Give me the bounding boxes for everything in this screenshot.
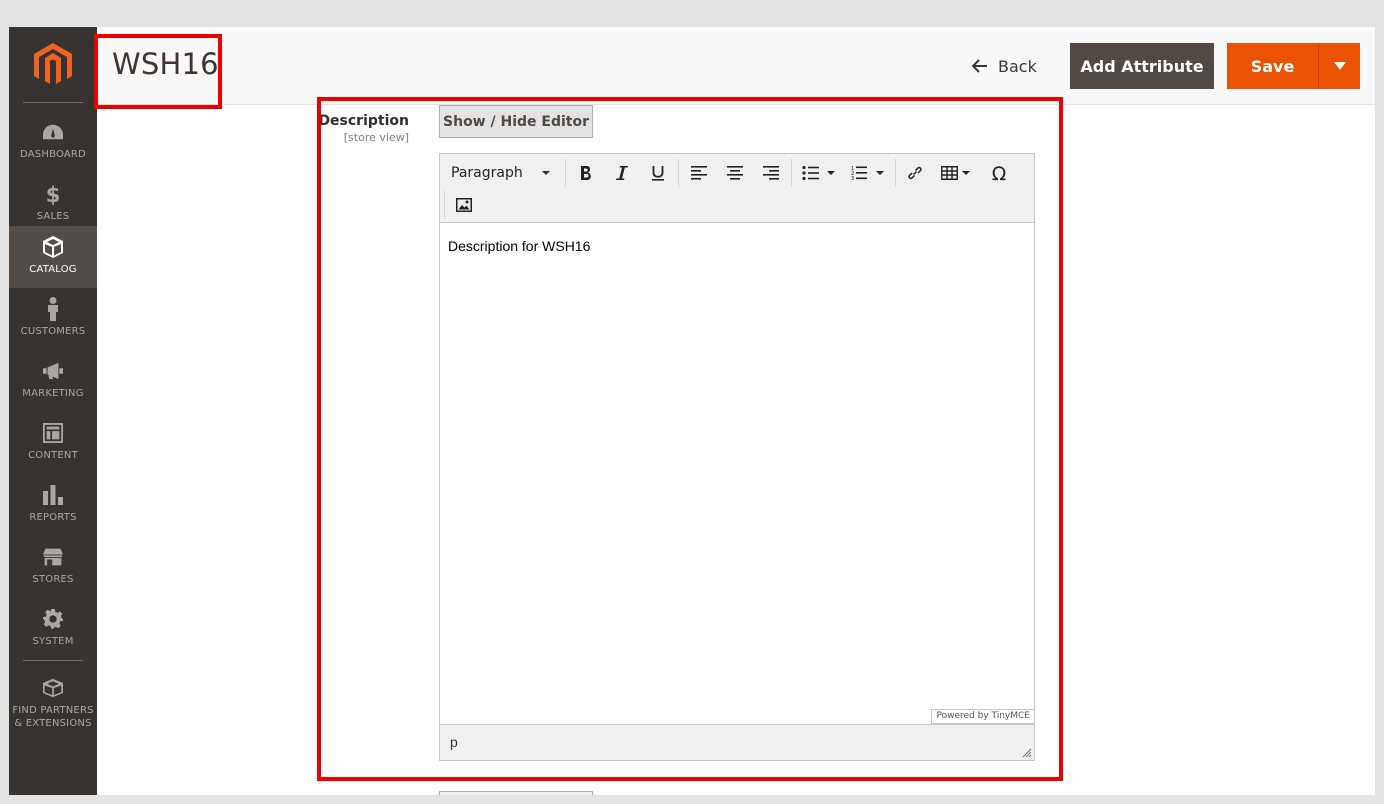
sidebar-item-label: SYSTEM — [32, 636, 74, 647]
admin-window: DASHBOARD $ SALES CATALOG CUSTOMERS MARK… — [9, 27, 1375, 795]
format-select-value: Paragraph — [451, 165, 523, 181]
sidebar-item-label: REPORTS — [29, 512, 77, 523]
omega-icon: Ω — [992, 164, 1007, 182]
next-field-button-partial[interactable] — [439, 791, 593, 795]
store-view-scope: [store view] — [343, 131, 409, 144]
align-left-button[interactable] — [685, 158, 713, 188]
numbered-list-button[interactable]: 123 — [847, 158, 889, 188]
bold-icon — [581, 166, 591, 180]
toolbar-separator — [678, 159, 679, 187]
editor-paragraph: Description for WSH16 — [448, 238, 591, 254]
sidebar-item-label: DASHBOARD — [20, 149, 86, 160]
editor-status-bar: p — [440, 724, 1034, 760]
svg-text:$: $ — [46, 183, 60, 205]
bold-button[interactable] — [572, 158, 600, 188]
sidebar-item-label-line2: & EXTENSIONS — [14, 718, 92, 729]
bar-chart-icon — [43, 484, 63, 506]
back-button-label: Back — [998, 56, 1037, 76]
toolbar-separator — [444, 191, 445, 219]
blocks-icon — [43, 677, 63, 699]
bullet-list-icon — [802, 166, 835, 180]
layout-icon — [43, 422, 63, 444]
editor-content-area[interactable]: Description for WSH16 — [440, 224, 1034, 724]
back-button[interactable]: Back — [972, 43, 1054, 89]
element-path[interactable]: p — [450, 734, 458, 750]
sidebar-item-content[interactable]: CONTENT — [9, 412, 97, 474]
sidebar-item-dashboard[interactable]: DASHBOARD — [9, 111, 97, 173]
add-attribute-button[interactable]: Add Attribute — [1070, 43, 1214, 89]
align-left-icon — [691, 166, 707, 180]
italic-button[interactable] — [608, 158, 636, 188]
resize-handle-icon[interactable] — [1022, 748, 1032, 758]
italic-icon — [616, 166, 628, 180]
sidebar-item-customers[interactable]: CUSTOMERS — [9, 288, 97, 350]
page-title: WSH16 — [112, 47, 219, 81]
sidebar-item-label: CONTENT — [28, 450, 78, 461]
show-hide-editor-button[interactable]: Show / Hide Editor — [439, 105, 593, 138]
editor-toolbar: Paragraph 1 2 3 Ω — [440, 154, 1034, 223]
admin-sidebar: DASHBOARD $ SALES CATALOG CUSTOMERS MARK… — [9, 27, 97, 795]
toolbar-separator — [565, 159, 566, 187]
sidebar-item-reports[interactable]: REPORTS — [9, 474, 97, 536]
underline-button[interactable] — [644, 158, 672, 188]
sidebar-item-label: FIND PARTNERS & EXTENSIONS — [9, 704, 97, 730]
dollar-icon: $ — [43, 183, 63, 205]
sidebar-item-marketing[interactable]: MARKETING — [9, 350, 97, 412]
image-icon — [456, 198, 472, 212]
sidebar-item-label: CUSTOMERS — [20, 326, 86, 337]
cube-icon — [43, 236, 63, 258]
page-header: WSH16 Back Add Attribute Save — [97, 27, 1375, 105]
sidebar-item-find-partners[interactable]: FIND PARTNERS & EXTENSIONS — [9, 667, 97, 729]
insert-image-button[interactable] — [450, 190, 478, 220]
save-button[interactable]: Save — [1227, 43, 1318, 89]
dashboard-icon — [43, 121, 63, 143]
sidebar-divider — [23, 660, 83, 661]
align-right-icon — [763, 166, 779, 180]
sidebar-item-stores[interactable]: STORES — [9, 536, 97, 598]
person-icon — [43, 297, 63, 321]
powered-by-tinymce[interactable]: Powered by TinyMCE — [931, 709, 1034, 724]
insert-table-button[interactable] — [938, 158, 974, 188]
gear-icon — [43, 608, 63, 630]
align-right-button[interactable] — [757, 158, 785, 188]
toolbar-separator — [895, 159, 896, 187]
link-icon — [908, 166, 922, 180]
store-icon — [43, 546, 63, 568]
toolbar-separator — [791, 159, 792, 187]
sidebar-item-catalog[interactable]: CATALOG — [9, 226, 97, 288]
numbered-list-icon: 123 — [851, 166, 884, 181]
caret-down-icon — [1333, 62, 1346, 70]
magento-logo-icon[interactable] — [34, 43, 72, 87]
chevron-down-icon — [542, 171, 550, 175]
sidebar-item-label: SALES — [36, 211, 70, 222]
arrow-left-icon — [972, 59, 987, 73]
save-options-toggle[interactable] — [1318, 43, 1360, 89]
sidebar-item-label: STORES — [32, 574, 74, 585]
svg-text:3: 3 — [851, 176, 854, 181]
align-center-button[interactable] — [721, 158, 749, 188]
insert-link-button[interactable] — [901, 158, 929, 188]
description-label: Description — [318, 113, 409, 129]
sidebar-item-label: MARKETING — [22, 388, 84, 399]
megaphone-icon — [43, 360, 63, 382]
special-character-button[interactable]: Ω — [985, 158, 1013, 188]
svg-text:Ω: Ω — [992, 164, 1007, 182]
sidebar-item-label-line1: FIND PARTNERS — [12, 705, 94, 716]
bullet-list-button[interactable] — [798, 158, 840, 188]
wysiwyg-editor: Paragraph 1 2 3 Ω Description for WSH16 … — [439, 153, 1035, 761]
align-center-icon — [727, 166, 743, 180]
sidebar-item-system[interactable]: SYSTEM — [9, 598, 97, 660]
paragraph-format-select[interactable]: Paragraph — [444, 158, 560, 188]
table-icon — [941, 166, 970, 180]
logo-divider — [23, 102, 83, 103]
underline-icon — [652, 165, 664, 181]
sidebar-item-label: CATALOG — [29, 264, 77, 275]
